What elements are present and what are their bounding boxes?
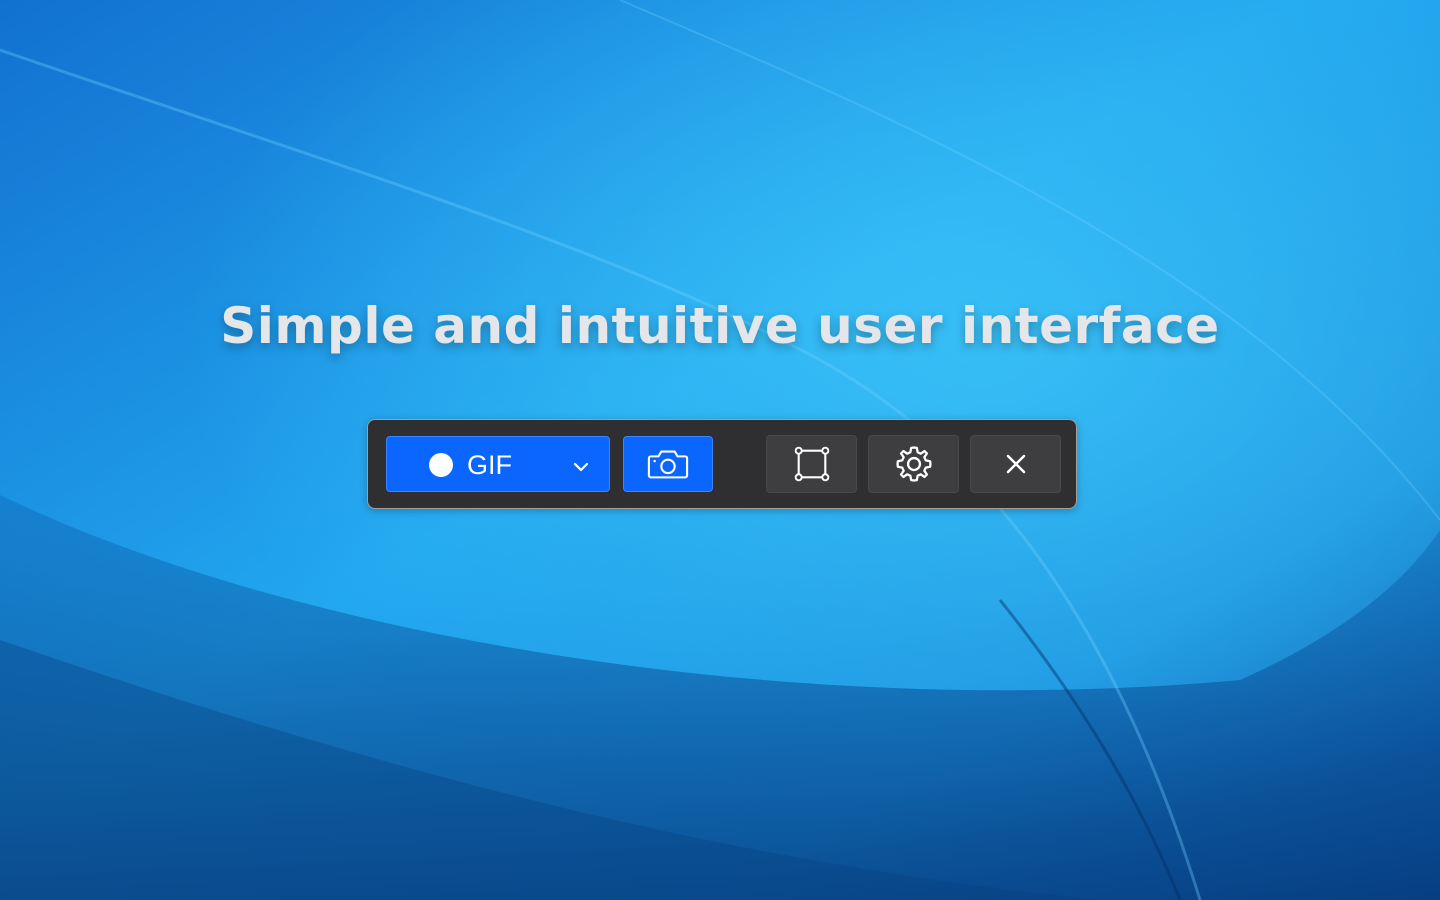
chevron-down-icon[interactable] (571, 457, 591, 477)
close-icon (1006, 454, 1025, 474)
gear-icon (895, 446, 932, 482)
record-format-label: GIF (467, 450, 512, 480)
select-area-button[interactable] (766, 435, 857, 493)
crop-area-icon (794, 446, 829, 482)
page-headline: Simple and intuitive user interface (220, 297, 1220, 355)
capture-toolbar: GIF (367, 419, 1077, 509)
screenshot-button[interactable] (623, 436, 713, 492)
record-gif-button[interactable]: GIF (386, 436, 610, 492)
record-dot-icon (429, 453, 453, 477)
camera-icon (647, 450, 689, 479)
close-button[interactable] (970, 435, 1061, 493)
settings-button[interactable] (868, 435, 959, 493)
